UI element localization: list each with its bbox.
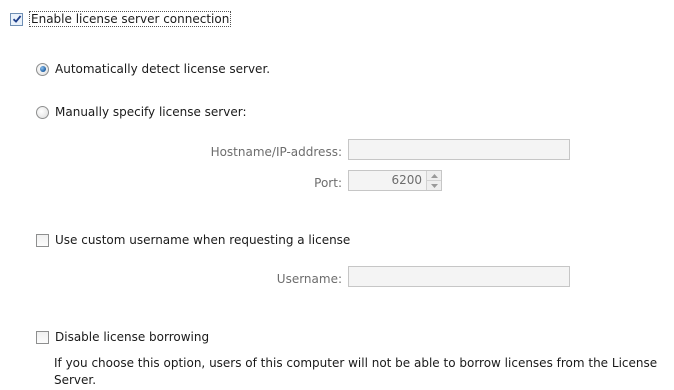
- port-label: Port:: [314, 176, 342, 190]
- enable-license-server-label: Enable license server connection: [29, 11, 232, 27]
- hostname-input[interactable]: [348, 139, 570, 160]
- disable-borrowing-checkbox[interactable]: Disable license borrowing: [36, 330, 209, 344]
- spin-up-icon[interactable]: [427, 171, 441, 180]
- auto-detect-label: Automatically detect license server.: [55, 62, 271, 76]
- manual-specify-radio[interactable]: Manually specify license server:: [36, 105, 247, 119]
- manual-specify-label: Manually specify license server:: [55, 105, 247, 119]
- hostname-label: Hostname/IP-address:: [210, 145, 342, 159]
- username-label: Username:: [276, 272, 342, 286]
- port-value: 6200: [391, 173, 422, 187]
- username-input[interactable]: [348, 266, 570, 287]
- checkbox-unchecked-icon: [36, 330, 49, 344]
- radio-unselected-icon: [36, 105, 49, 119]
- custom-username-checkbox[interactable]: Use custom username when requesting a li…: [36, 233, 350, 247]
- checkbox-unchecked-icon: [36, 233, 49, 247]
- port-spinner[interactable]: 6200: [348, 170, 442, 191]
- checkbox-checked-icon: [10, 12, 23, 26]
- radio-selected-icon: [36, 62, 49, 76]
- disable-borrowing-label: Disable license borrowing: [55, 330, 210, 344]
- auto-detect-radio[interactable]: Automatically detect license server.: [36, 62, 270, 76]
- custom-username-label: Use custom username when requesting a li…: [55, 233, 351, 247]
- enable-license-server-checkbox[interactable]: Enable license server connection: [10, 11, 232, 27]
- spin-down-icon[interactable]: [427, 180, 441, 190]
- disable-borrowing-description: If you choose this option, users of this…: [54, 356, 658, 387]
